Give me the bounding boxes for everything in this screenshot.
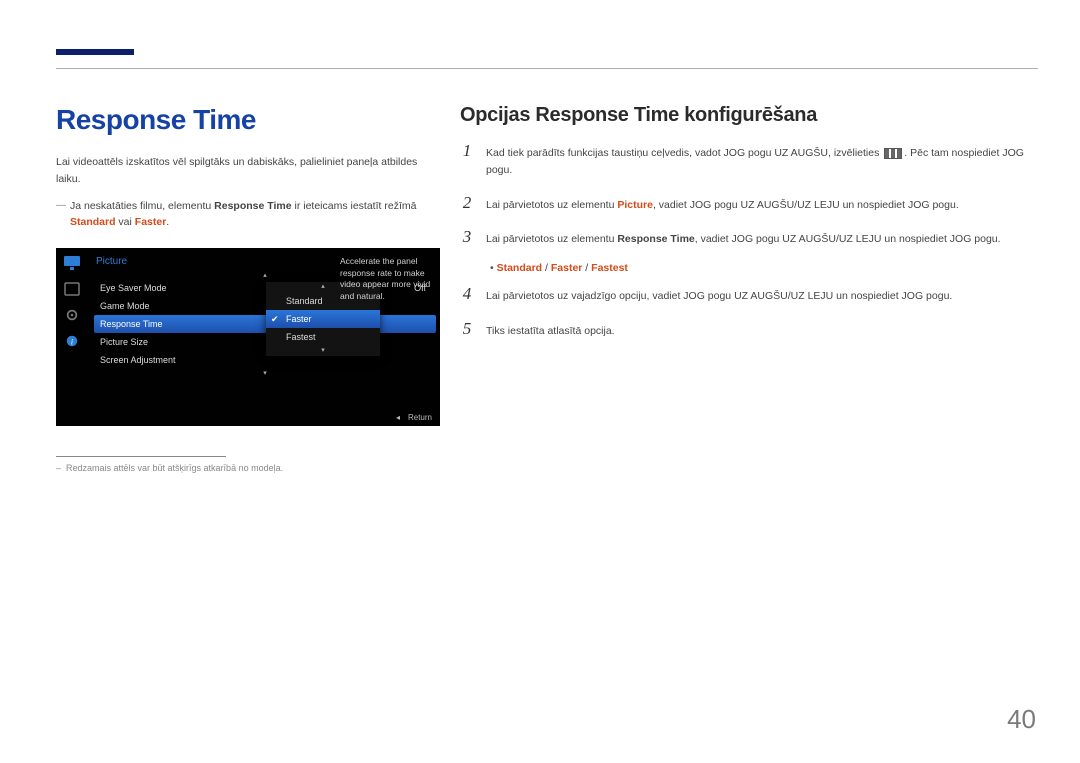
osd-row-screenadj[interactable]: Screen Adjustment	[94, 351, 436, 369]
options-bullet: Standard / Faster / Fastest	[490, 262, 1038, 274]
info-icon: i	[64, 334, 80, 348]
note-bold-standard: Standard	[70, 216, 116, 228]
section-heading: Response Time	[56, 104, 440, 136]
header-divider	[56, 68, 1038, 69]
osd-row-label: Picture Size	[100, 337, 148, 347]
opt-sep: /	[582, 262, 591, 274]
opt-sep: /	[542, 262, 551, 274]
gear-icon	[64, 308, 80, 322]
step-bold-picture: Picture	[617, 199, 653, 211]
note-bold-faster: Faster	[135, 216, 167, 228]
monitor-icon	[64, 256, 80, 270]
step-bold-responsetime: Response Time	[617, 233, 694, 245]
note-pre: Ja neskatāties filmu, elementu	[70, 200, 214, 212]
step-body: Lai pārvietotos uz vajadzīgo opciju, vad…	[486, 288, 952, 305]
osd-row-responsetime[interactable]: Response Time	[94, 315, 436, 333]
step-body: Tiks iestatīta atlasītā opcija.	[486, 323, 615, 340]
step-2: 2 Lai pārvietotos uz elementu Picture, v…	[460, 193, 1038, 214]
intro-text: Lai videoattēls izskatītos vēl spilgtāks…	[56, 154, 440, 188]
header-accent	[56, 49, 134, 55]
osd-row-label: Eye Saver Mode	[100, 283, 167, 293]
osd-rail: i	[56, 248, 88, 426]
step-text: , vadiet JOG pogu UZ AUGŠU/UZ LEJU un no…	[695, 233, 1001, 245]
right-column: Opcijas Response Time konfigurēšana 1 Ka…	[460, 104, 1038, 473]
osd-row-label: Response Time	[100, 319, 163, 329]
step-number: 3	[460, 227, 474, 247]
note-end: .	[166, 216, 169, 228]
step-1: 1 Kad tiek parādīts funkcijas taustiņu c…	[460, 141, 1038, 179]
step-text: , vadiet JOG pogu UZ AUGŠU/UZ LEJU un no…	[653, 199, 959, 211]
step-body: Lai pārvietotos uz elementu Picture, vad…	[486, 197, 959, 214]
page-number: 40	[1007, 704, 1036, 735]
osd-option-faster[interactable]: Faster	[266, 310, 380, 328]
step-text: Kad tiek parādīts funkcijas taustiņu ceļ…	[486, 147, 882, 159]
opt-faster: Faster	[551, 262, 583, 274]
osd-row-label: Screen Adjustment	[100, 355, 176, 365]
osd-row-label: Game Mode	[100, 301, 150, 311]
step-body: Lai pārvietotos uz elementu Response Tim…	[486, 231, 1001, 248]
step-number: 4	[460, 284, 474, 304]
osd-screenshot: i Picture ▴ Eye Saver Mode Off Game Mode…	[56, 248, 440, 426]
menu-icon	[884, 148, 902, 159]
footnote-text: Redzamais attēls var būt atšķirīgs atkar…	[56, 463, 440, 473]
scroll-down-icon: ▾	[266, 346, 380, 356]
footnote-rule	[56, 456, 226, 457]
osd-option-fastest[interactable]: Fastest	[266, 328, 380, 346]
step-4: 4 Lai pārvietotos uz vajadzīgo opciju, v…	[460, 284, 1038, 305]
step-3: 3 Lai pārvietotos uz elementu Response T…	[460, 227, 1038, 248]
step-text: Lai pārvietotos uz elementu	[486, 233, 617, 245]
osd-description: Accelerate the panel response rate to ma…	[340, 256, 432, 302]
step-text: Lai pārvietotos uz elementu	[486, 199, 617, 211]
note-mid: ir ieteicams iestatīt režīmā	[292, 200, 417, 212]
osd-row-picturesize[interactable]: Picture Size	[94, 333, 436, 351]
step-5: 5 Tiks iestatīta atlasītā opcija.	[460, 319, 1038, 340]
step-number: 5	[460, 319, 474, 339]
step-number: 1	[460, 141, 474, 161]
opt-fastest: Fastest	[591, 262, 628, 274]
scroll-down-icon: ▾	[94, 369, 436, 377]
step-number: 2	[460, 193, 474, 213]
osd-return-label[interactable]: Return	[396, 413, 432, 422]
note-text: Ja neskatāties filmu, elementu Response …	[56, 198, 440, 231]
note-or: vai	[116, 216, 135, 228]
frame-icon	[64, 282, 80, 296]
step-body: Kad tiek parādīts funkcijas taustiņu ceļ…	[486, 145, 1038, 179]
left-column: Response Time Lai videoattēls izskatītos…	[56, 104, 440, 473]
note-bold-response: Response Time	[214, 200, 291, 212]
content-area: Response Time Lai videoattēls izskatītos…	[56, 104, 1038, 473]
subsection-heading: Opcijas Response Time konfigurēšana	[460, 104, 1038, 127]
opt-standard: Standard	[497, 262, 543, 274]
